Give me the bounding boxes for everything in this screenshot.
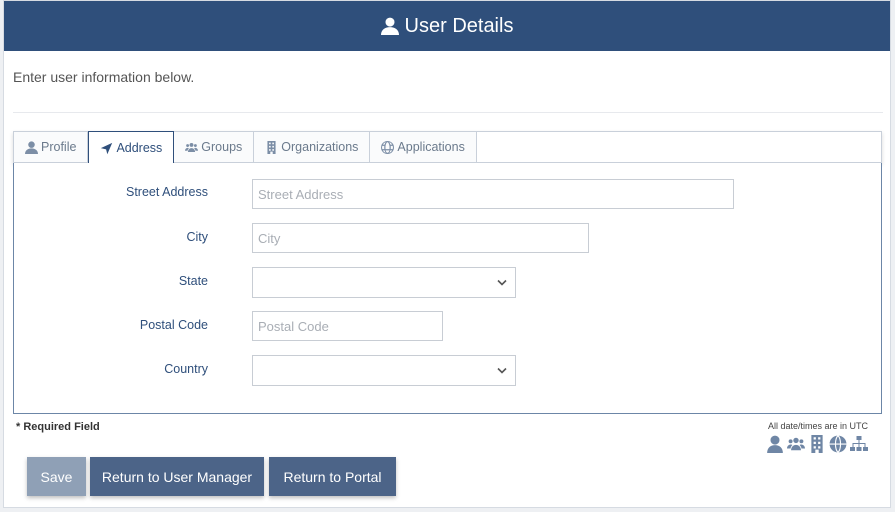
users-icon (787, 437, 805, 451)
tab-label: Groups (201, 140, 243, 154)
return-to-portal-button[interactable]: Return to Portal (269, 457, 396, 496)
required-field-note: * Required Field (16, 421, 100, 433)
state-label: State (178, 274, 208, 288)
save-button[interactable]: Save (27, 457, 86, 496)
user-icon (380, 17, 399, 35)
state-select[interactable] (252, 267, 516, 298)
country-label: Country (164, 362, 208, 376)
address-panel: Street Address City State Postal Code Co… (13, 163, 882, 414)
tab-bar: Profile Address Groups Organizations App… (13, 131, 882, 164)
user-icon (25, 140, 38, 154)
street-address-label: Street Address (126, 185, 208, 199)
tab-address[interactable]: Address (88, 131, 175, 164)
footer-icon-group (766, 435, 868, 453)
chevron-down-icon (497, 367, 507, 374)
tab-label: Applications (397, 140, 465, 154)
location-arrow-icon (101, 142, 113, 154)
postal-code-label: Postal Code (139, 318, 208, 332)
page-title: User Details (404, 14, 514, 37)
chevron-down-icon (497, 279, 507, 286)
tab-label: Profile (41, 140, 77, 154)
tab-label: Organizations (281, 140, 359, 154)
tab-profile[interactable]: Profile (14, 132, 89, 162)
street-address-input[interactable] (252, 179, 734, 209)
user-icon (767, 435, 783, 453)
sitemap-icon (850, 436, 868, 451)
tab-applications[interactable]: Applications (370, 132, 477, 162)
divider (13, 112, 883, 113)
user-details-card: User Details Enter user information belo… (3, 0, 891, 508)
tab-label: Address (116, 141, 163, 155)
building-icon (811, 435, 823, 453)
intro-text: Enter user information below. (13, 69, 195, 85)
globe-icon (829, 435, 847, 453)
users-icon (185, 142, 199, 152)
utc-note: All date/times are in UTC (767, 421, 868, 431)
tab-organizations[interactable]: Organizations (254, 132, 371, 162)
globe-icon (381, 140, 395, 154)
page-header: User Details (4, 1, 890, 51)
return-to-user-manager-button[interactable]: Return to User Manager (90, 457, 264, 496)
postal-code-input[interactable] (252, 311, 443, 341)
country-select[interactable] (252, 355, 516, 386)
building-icon (267, 140, 276, 154)
city-input[interactable] (252, 223, 589, 253)
tab-groups[interactable]: Groups (174, 132, 255, 162)
city-label: City (186, 230, 208, 244)
